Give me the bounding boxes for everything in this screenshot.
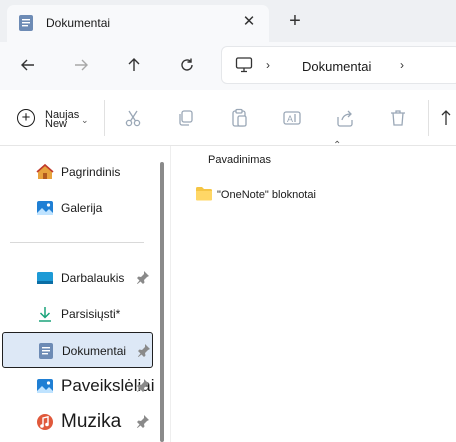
- gallery-icon: [36, 199, 54, 217]
- svg-text:A: A: [287, 114, 293, 124]
- sidebar-item-downloads[interactable]: Parsisiųsti*: [0, 296, 154, 332]
- address-bar[interactable]: › Dokumentai ›: [221, 46, 456, 84]
- file-list: Pavadinimas ⌃ "OneNote" bloknotai: [171, 140, 456, 442]
- arrow-up-icon: [128, 58, 140, 71]
- tab-title: Dokumentai: [46, 16, 111, 30]
- pin-icon[interactable]: [136, 270, 150, 284]
- sidebar-divider: [10, 242, 144, 243]
- sort-icon[interactable]: [440, 108, 456, 128]
- navigation-bar: › Dokumentai ›: [0, 42, 456, 90]
- navigation-pane: Pagrindinis Galerija Darbalaukis Parsisi…: [0, 146, 170, 442]
- delete-icon[interactable]: [388, 108, 408, 128]
- pin-icon[interactable]: [136, 378, 150, 392]
- refresh-button[interactable]: [173, 52, 201, 80]
- new-button-label-overlay: New: [45, 118, 68, 130]
- breadcrumb-chevron-icon[interactable]: ›: [400, 58, 404, 72]
- chevron-down-icon: ⌄: [81, 115, 89, 125]
- pin-icon[interactable]: [136, 414, 150, 428]
- up-button[interactable]: [120, 52, 148, 80]
- breadcrumb-documents[interactable]: Dokumentai: [302, 59, 371, 74]
- tab-documents[interactable]: Dokumentai ✕: [7, 5, 269, 42]
- new-tab-button[interactable]: +: [285, 11, 305, 31]
- share-icon[interactable]: [335, 108, 355, 128]
- music-icon: [36, 413, 54, 431]
- copy-icon[interactable]: [176, 108, 196, 128]
- sidebar-item-label: Darbalaukis: [61, 271, 125, 285]
- sidebar-item-label: Dokumentai: [62, 344, 127, 358]
- sidebar-item-label: Muzika: [61, 411, 122, 432]
- new-button[interactable]: + Naujas New ⌄: [14, 106, 94, 132]
- rename-icon[interactable]: A: [282, 108, 302, 128]
- sidebar-item-gallery[interactable]: Galerija: [0, 190, 154, 226]
- sidebar-item-music[interactable]: Muzika: [0, 404, 154, 440]
- pictures-icon: [36, 377, 54, 395]
- sort-ascending-icon: ⌃: [333, 140, 342, 151]
- download-icon: [36, 305, 54, 323]
- breadcrumb-chevron-icon[interactable]: ›: [266, 58, 270, 72]
- forward-button[interactable]: [67, 52, 95, 80]
- pin-icon[interactable]: [137, 343, 151, 357]
- plus-circle-icon: +: [17, 109, 35, 127]
- arrow-left-icon: [21, 59, 34, 71]
- desktop-icon: [36, 269, 54, 287]
- toolbar-divider: [104, 100, 105, 136]
- sidebar-scrollbar[interactable]: [160, 162, 164, 442]
- column-header-name[interactable]: Pavadinimas: [208, 154, 271, 166]
- sidebar-item-pictures[interactable]: Paveikslėliai: [0, 368, 155, 404]
- toolbar-divider: [428, 100, 429, 136]
- refresh-icon: [181, 58, 193, 71]
- sidebar-item-desktop[interactable]: Darbalaukis: [0, 260, 154, 296]
- sidebar-item-home[interactable]: Pagrindinis: [0, 154, 154, 190]
- sidebar-item-label: Pagrindinis: [61, 165, 121, 179]
- command-bar: + Naujas New ⌄ A: [0, 90, 456, 146]
- home-icon: [36, 163, 54, 181]
- documents-icon: [37, 342, 55, 360]
- list-item[interactable]: "OneNote" bloknotai: [191, 184, 431, 206]
- documents-icon: [18, 14, 34, 32]
- file-name: "OneNote" bloknotai: [217, 189, 316, 201]
- sidebar-item-label: Parsisiųsti*: [61, 307, 121, 321]
- back-button[interactable]: [14, 52, 42, 80]
- monitor-icon: [235, 56, 253, 74]
- sidebar-item-documents[interactable]: Dokumentai: [2, 332, 153, 368]
- sidebar-item-label: Galerija: [61, 201, 103, 215]
- close-icon[interactable]: ✕: [240, 13, 258, 31]
- folder-icon: [195, 186, 213, 201]
- tab-strip: Dokumentai ✕ +: [0, 0, 456, 42]
- cut-icon[interactable]: [123, 108, 143, 128]
- arrow-right-icon: [75, 59, 88, 71]
- paste-icon[interactable]: [229, 108, 249, 128]
